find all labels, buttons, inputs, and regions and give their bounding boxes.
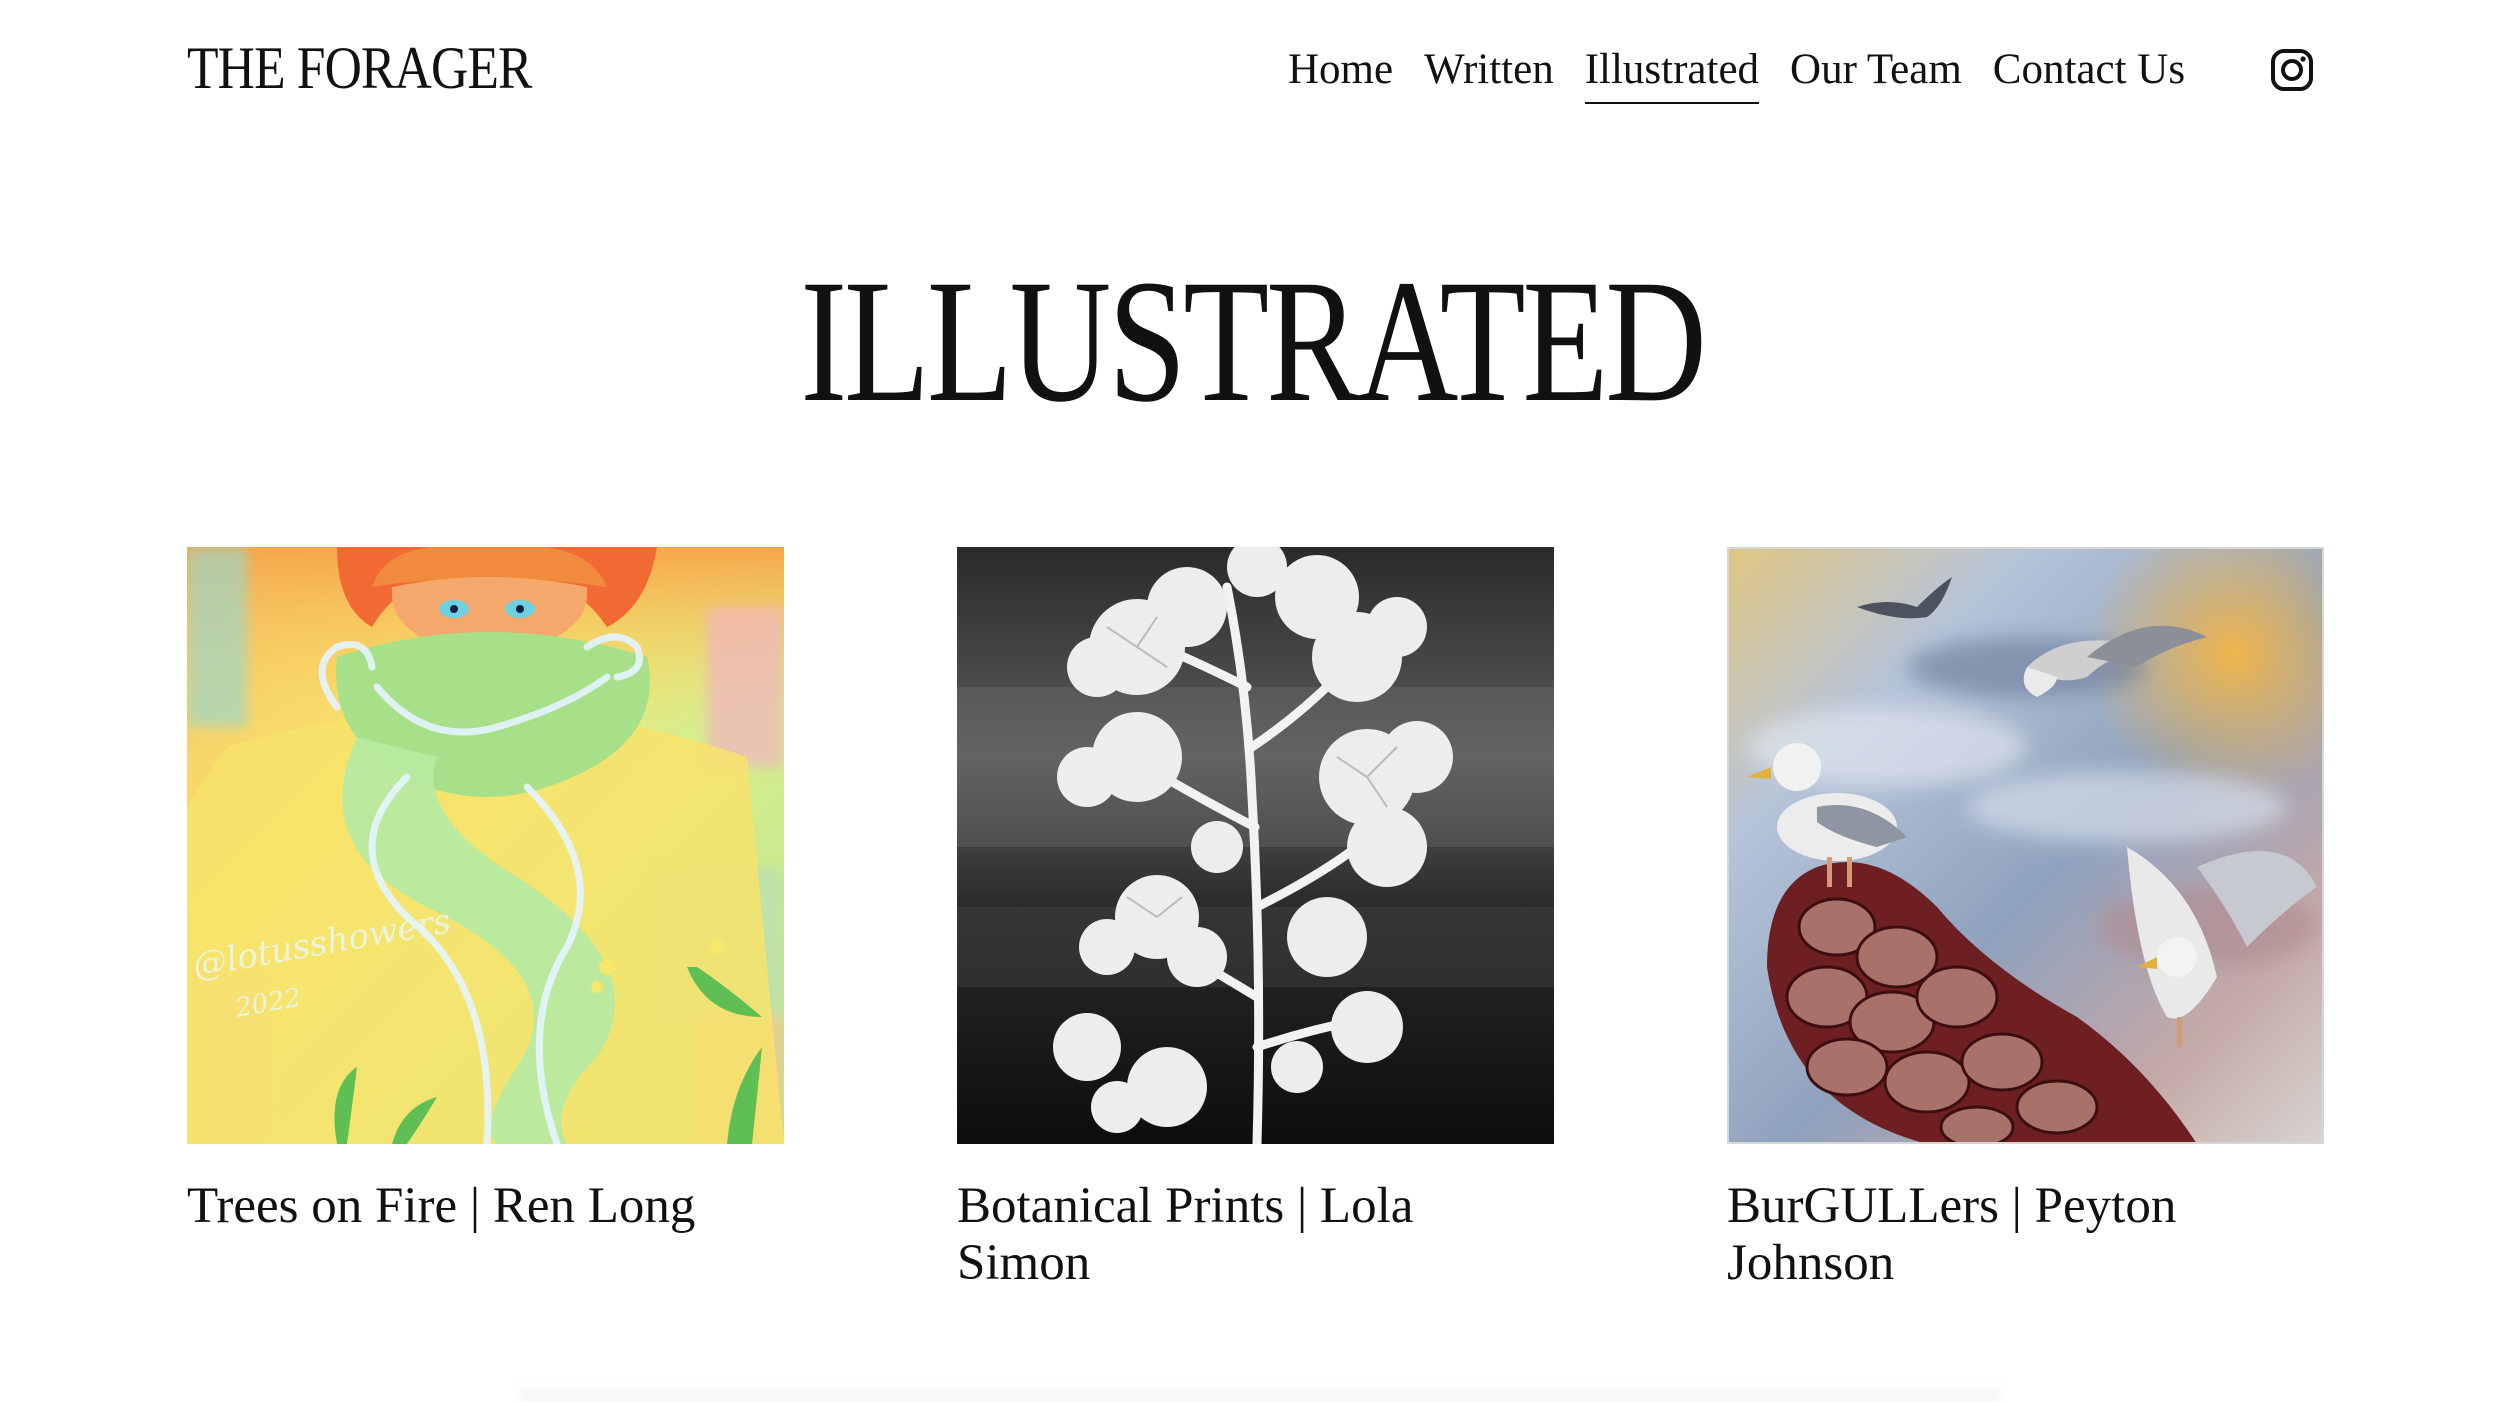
nav-item-written[interactable]: Written <box>1424 42 1554 98</box>
nav-item-illustrated[interactable]: Illustrated <box>1584 42 1760 104</box>
nav-item-contact-us[interactable]: Contact Us <box>1993 42 2185 98</box>
site-title[interactable]: THE FORAGER <box>187 32 532 104</box>
nav-item-home[interactable]: Home <box>1288 42 1393 98</box>
gallery-item-botanical-prints[interactable]: Botanical Prints | Lola Simon <box>957 547 1554 1292</box>
gallery-item-burgullers[interactable]: BurGULLers | Peyton Johnson <box>1727 547 2324 1292</box>
artwork-thumbnail[interactable]: @lotusshowers 2022 <box>187 547 784 1144</box>
gallery-item-caption[interactable]: Botanical Prints | Lola Simon <box>957 1178 1554 1292</box>
artwork-thumbnail[interactable] <box>957 547 1554 1144</box>
nav-item-our-team[interactable]: Our Team <box>1790 42 1962 98</box>
site-header: THE FORAGER Home Written Illustrated Our… <box>0 0 2504 140</box>
gallery-item-trees-on-fire[interactable]: @lotusshowers 2022 Trees on Fire | Ren L… <box>187 547 784 1235</box>
gallery-item-caption[interactable]: Trees on Fire | Ren Long <box>187 1178 784 1235</box>
artwork-thumbnail[interactable] <box>1727 547 2324 1144</box>
instagram-icon[interactable] <box>2270 48 2314 92</box>
main-nav: Home Written Illustrated Our Team Contac… <box>1288 40 2216 104</box>
gallery-item-caption[interactable]: BurGULLers | Peyton Johnson <box>1727 1178 2324 1292</box>
page-title: ILLUSTRATED <box>800 244 1707 439</box>
footer-shadow <box>520 1380 2000 1402</box>
